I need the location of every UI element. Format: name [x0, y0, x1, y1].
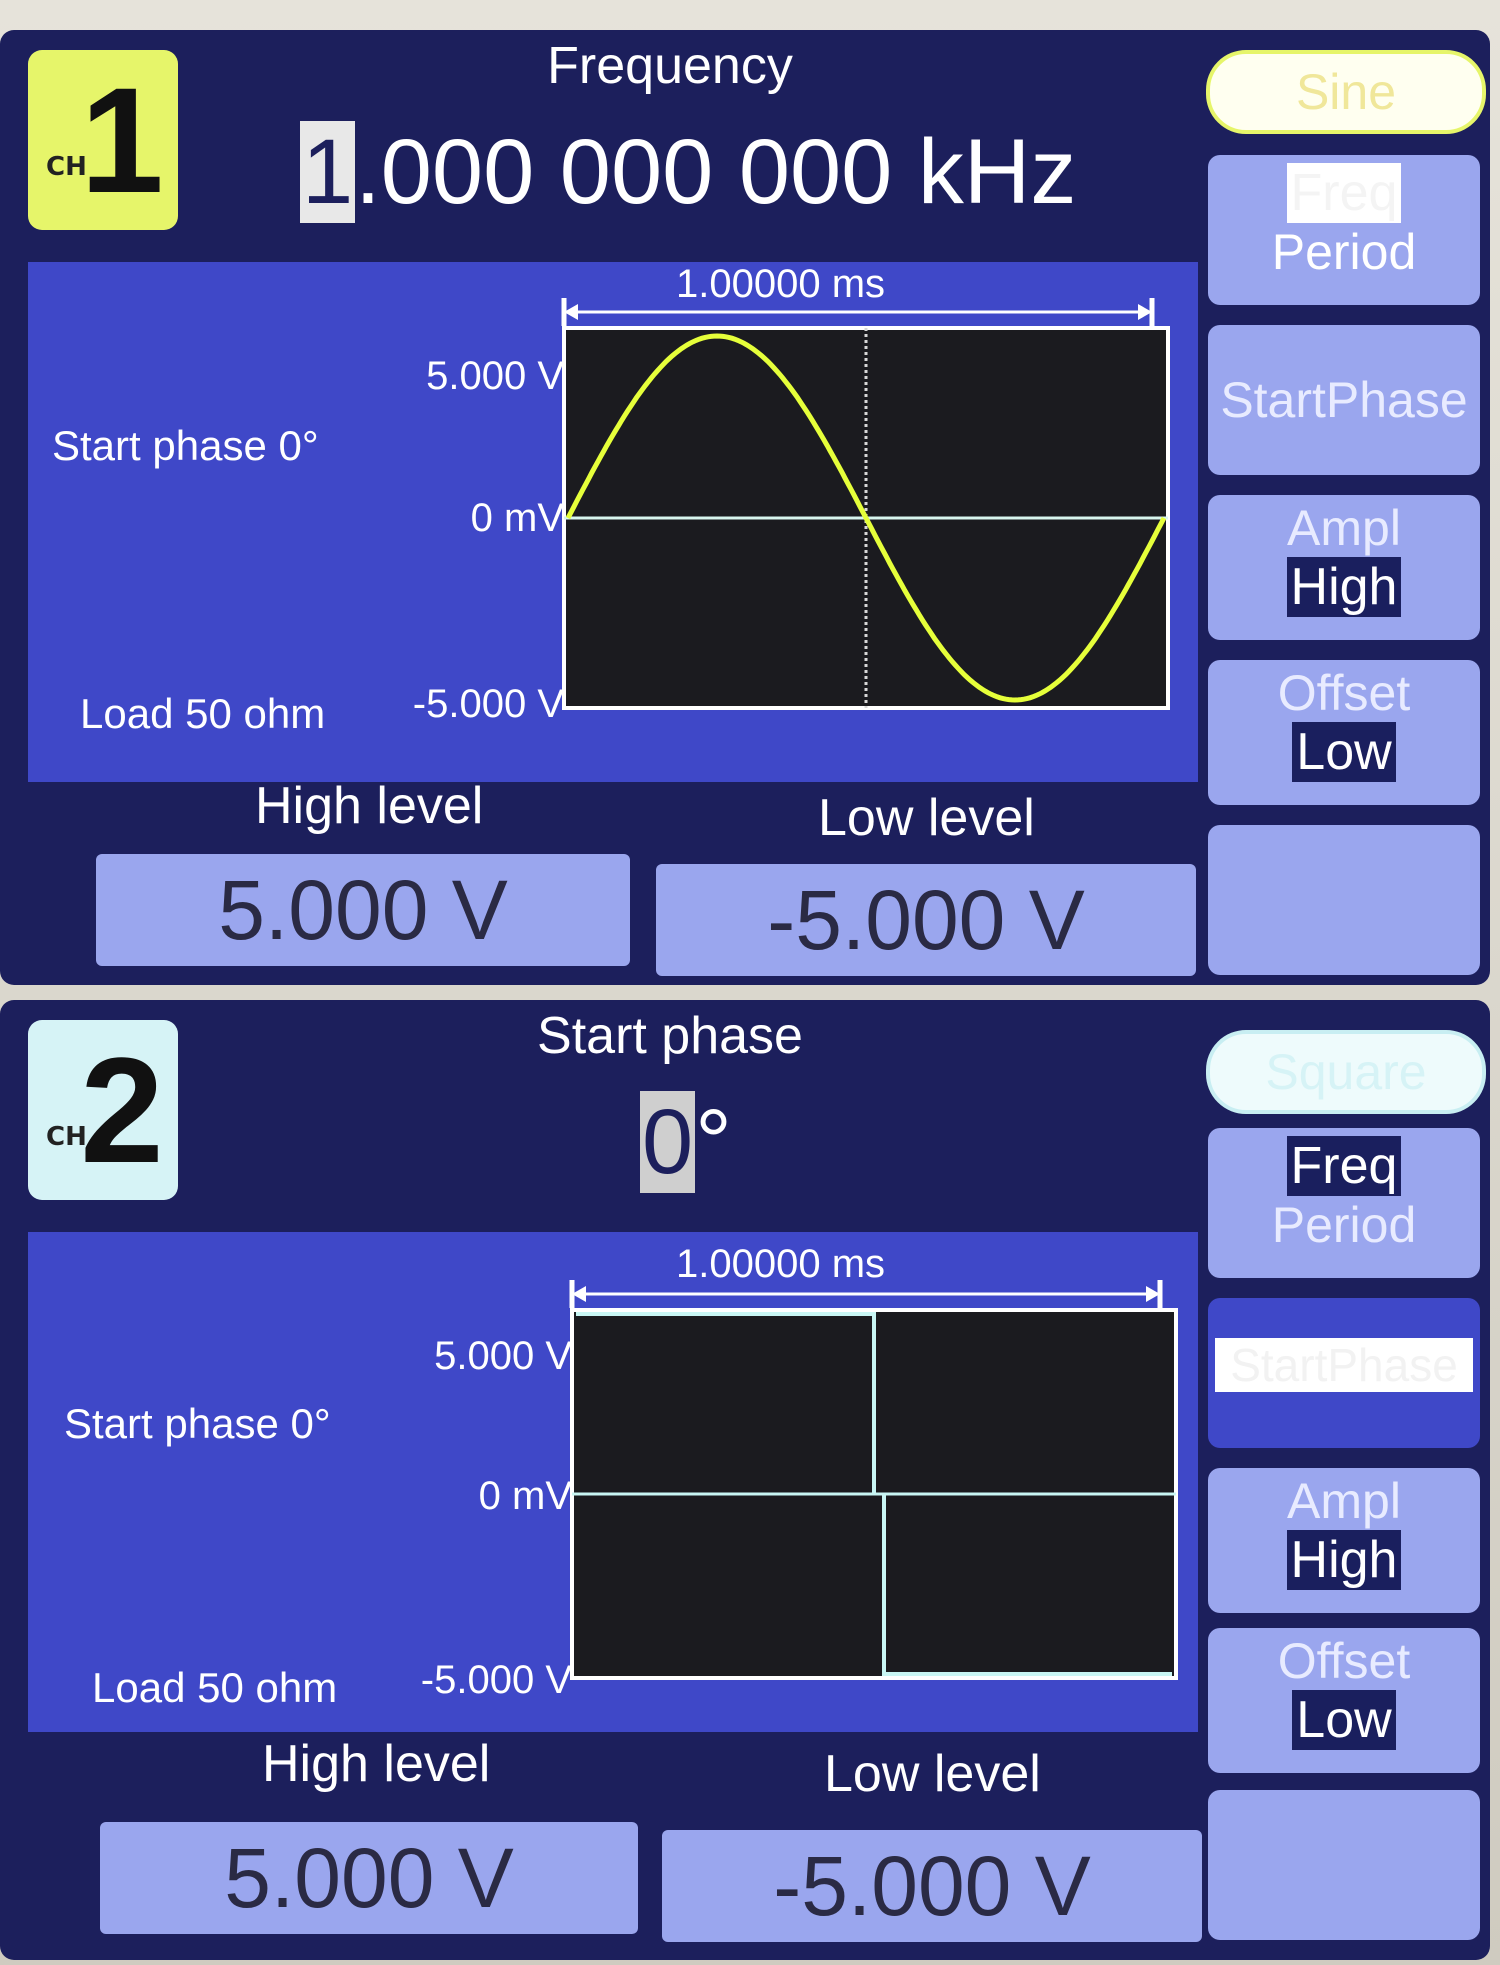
channel1-param-title: Frequency — [547, 37, 793, 95]
channel2-high-level-field[interactable]: 5.000 V — [100, 1822, 638, 1934]
channel1-plot-panel: 1.00000 ms 5.000 V 0 mV -5.000 V Start p… — [28, 262, 1198, 782]
channel2-start-phase-option: StartPhase — [1215, 1338, 1473, 1392]
channel2-low-level-field[interactable]: -5.000 V — [662, 1830, 1202, 1942]
channel2-y-mid-label: 0 mV — [478, 1474, 572, 1518]
channel2-high-level-title: High level — [262, 1735, 491, 1793]
channel1-y-mid-label: 0 mV — [470, 496, 564, 540]
channel2-start-phase-value[interactable]: 0° — [640, 1090, 840, 1195]
channel1-softkeys: Sine Freq Period StartPhase Ampl High Of… — [1198, 30, 1490, 985]
channel1-start-phase-label: Start phase 0° — [52, 422, 319, 469]
channel1-high-option: High — [1286, 557, 1402, 617]
channel2-badge[interactable]: CH 2 — [28, 1020, 178, 1200]
channel2-plot-panel: 1.00000 ms 5.000 V 0 mV -5.000 V Start p… — [28, 1232, 1198, 1732]
channel1-number: 1 — [80, 56, 164, 224]
channel1-high-level-title: High level — [255, 777, 484, 835]
channel1-period-option: Period — [1271, 224, 1417, 280]
channel2-ampl-option: Ampl — [1287, 1473, 1401, 1529]
channel2-waveform-square-button[interactable]: Square — [1206, 1030, 1486, 1114]
channel2-start-phase-key[interactable]: StartPhase — [1208, 1298, 1480, 1448]
channel2-freq-period-key[interactable]: Freq Period — [1208, 1128, 1480, 1278]
channel1-offset-option: Offset — [1277, 665, 1411, 721]
channel2-offset-low-key[interactable]: Offset Low — [1208, 1628, 1480, 1773]
channel1-y-bottom-label: -5.000 V — [412, 682, 564, 726]
channel2-load-label: Load 50 ohm — [92, 1664, 338, 1711]
channel1-low-level-title: Low level — [818, 789, 1035, 847]
channel1-freq-option: Freq — [1286, 163, 1402, 223]
channel1-badge[interactable]: CH 1 — [28, 50, 178, 230]
channel1-load-label: Load 50 ohm — [80, 690, 326, 737]
channel2-start-phase-label: Start phase 0° — [64, 1400, 331, 1447]
channel2-screen: CH 2 Start phase 0° 1.00000 ms 5.000 V 0… — [0, 1000, 1490, 1960]
channel2-value-rest: ° — [695, 1091, 732, 1193]
channel1-start-phase-option: StartPhase — [1220, 372, 1468, 428]
channel2-offset-option: Offset — [1277, 1633, 1411, 1689]
channel1-low-option: Low — [1292, 722, 1396, 782]
channel1-empty-key[interactable] — [1208, 825, 1480, 975]
channel1-y-top-label: 5.000 V — [426, 354, 564, 398]
channel1-screen: CH 1 Frequency 1.000 000 000 kHz 1.00000… — [0, 30, 1490, 985]
channel1-high-level-field[interactable]: 5.000 V — [96, 854, 630, 966]
channel2-ampl-high-key[interactable]: Ampl High — [1208, 1468, 1480, 1613]
channel2-time-span: 1.00000 ms — [676, 1242, 886, 1286]
channel2-low-option: Low — [1292, 1690, 1396, 1750]
channel2-number: 2 — [80, 1026, 164, 1194]
channel1-frequency-value[interactable]: 1.000 000 000 kHz — [300, 120, 1080, 225]
channel2-edit-cursor[interactable]: 0 — [640, 1091, 696, 1193]
channel1-ampl-high-key[interactable]: Ampl High — [1208, 495, 1480, 640]
channel2-softkeys: Square Freq Period StartPhase Ampl High … — [1198, 1000, 1490, 1960]
channel1-start-phase-key[interactable]: StartPhase — [1208, 325, 1480, 475]
channel1-edit-cursor[interactable]: 1 — [300, 121, 356, 223]
channel2-y-top-label: 5.000 V — [434, 1334, 572, 1378]
channel1-value-rest: .000 000 000 kHz — [355, 121, 1077, 223]
channel2-y-bottom-label: -5.000 V — [420, 1658, 572, 1702]
channel1-offset-low-key[interactable]: Offset Low — [1208, 660, 1480, 805]
channel2-param-title: Start phase — [537, 1007, 803, 1065]
channel2-freq-option: Freq — [1286, 1136, 1402, 1196]
channel1-time-span: 1.00000 ms — [676, 262, 886, 306]
channel2-low-level-title: Low level — [824, 1745, 1041, 1803]
channel2-empty-key[interactable] — [1208, 1790, 1480, 1940]
channel2-high-option: High — [1286, 1530, 1402, 1590]
channel2-tag: CH — [46, 1122, 87, 1152]
channel1-tag: CH — [46, 152, 87, 182]
channel2-period-option: Period — [1271, 1197, 1417, 1253]
channel1-ampl-option: Ampl — [1287, 500, 1401, 556]
channel1-waveform-sine-button[interactable]: Sine — [1206, 50, 1486, 134]
channel1-freq-period-key[interactable]: Freq Period — [1208, 155, 1480, 305]
channel1-low-level-field[interactable]: -5.000 V — [656, 864, 1196, 976]
channel2-plot — [569, 1280, 1178, 1680]
